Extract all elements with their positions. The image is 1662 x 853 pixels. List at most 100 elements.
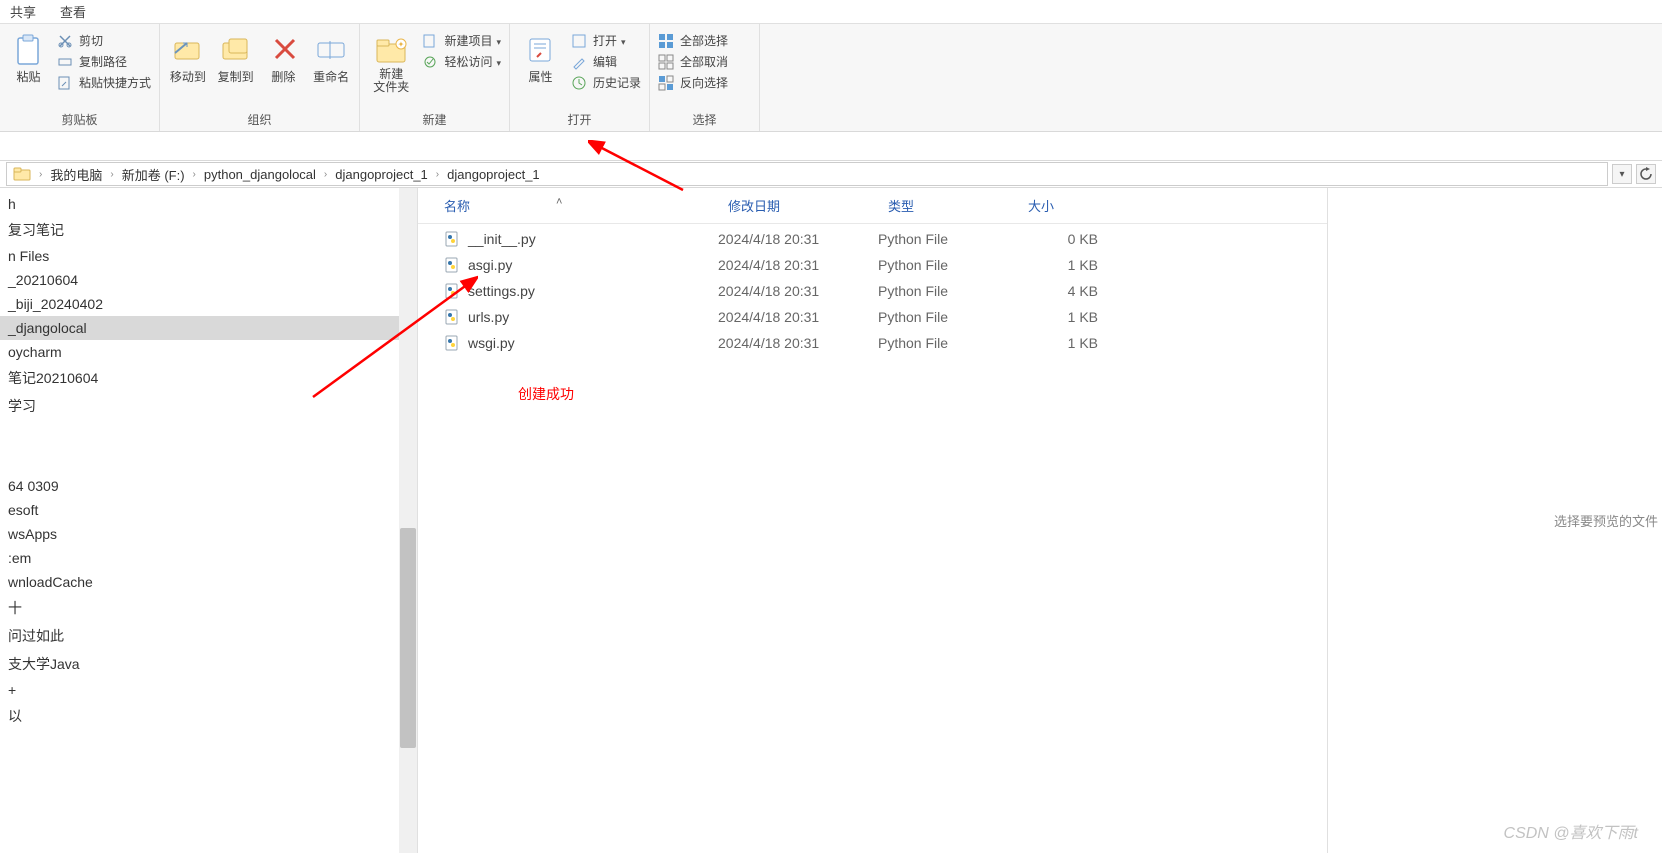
shortcut-icon (57, 75, 73, 91)
sidebar-item[interactable]: n Files (0, 244, 417, 268)
paste-button[interactable]: 粘贴 (8, 28, 49, 85)
file-list-pane: 名称 修改日期 类型 大小 __init__.py2024/4/18 20:31… (418, 188, 1328, 853)
copy-path-button[interactable]: 复制路径 (57, 53, 151, 70)
open-button[interactable]: 打开 (571, 32, 641, 49)
ribbon: 粘贴 剪切 复制路径 粘贴快捷方式 剪贴板 移动到 复制到 删除 (0, 24, 1662, 132)
organize-group-label: 组织 (168, 109, 351, 129)
address-dropdown-button[interactable]: ▾ (1612, 164, 1632, 184)
sidebar-item[interactable]: :em (0, 546, 417, 570)
sidebar-item[interactable]: h (0, 192, 417, 216)
sidebar-item[interactable]: esoft (0, 498, 417, 522)
sidebar-item[interactable]: _djangolocal (0, 316, 417, 340)
sidebar-item[interactable]: 以 (0, 702, 417, 730)
open-icon (571, 33, 587, 49)
delete-button[interactable]: 删除 (264, 28, 304, 85)
file-date: 2024/4/18 20:31 (718, 309, 878, 325)
folder-icon (13, 167, 31, 181)
refresh-button[interactable] (1636, 164, 1656, 184)
breadcrumb-item[interactable]: djangoproject_1› (335, 167, 439, 182)
file-date: 2024/4/18 20:31 (718, 257, 878, 273)
file-size: 1 KB (1018, 335, 1108, 351)
file-type: Python File (878, 309, 1018, 325)
properties-icon (524, 34, 556, 66)
column-date[interactable]: 修改日期 (718, 196, 878, 215)
select-group-label: 选择 (658, 109, 751, 129)
sidebar-scrollbar[interactable] (399, 188, 417, 853)
file-name: __init__.py (468, 231, 536, 247)
ribbon-group-organize: 移动到 复制到 删除 重命名 组织 (160, 24, 360, 131)
tab-view[interactable]: 查看 (60, 2, 86, 21)
cut-button[interactable]: 剪切 (57, 32, 151, 49)
file-name: asgi.py (468, 257, 512, 273)
breadcrumb-item[interactable]: 新加卷 (F:)› (122, 165, 196, 184)
copy-to-button[interactable]: 复制到 (216, 28, 256, 85)
annotation-text: 创建成功 (518, 384, 574, 404)
column-name[interactable]: 名称 (418, 196, 718, 215)
watermark: CSDN @喜欢下雨t (1504, 819, 1638, 843)
tab-share[interactable]: 共享 (10, 2, 36, 21)
breadcrumb-item[interactable]: python_djangolocal› (204, 167, 327, 182)
new-item-button[interactable]: 新建项目 (422, 32, 501, 49)
history-button[interactable]: 历史记录 (571, 74, 641, 91)
sidebar-item[interactable]: _biji_20240402 (0, 292, 417, 316)
address-row: › 我的电脑› 新加卷 (F:)› python_djangolocal› dj… (0, 160, 1662, 188)
table-row[interactable]: asgi.py2024/4/18 20:31Python File1 KB (418, 252, 1327, 278)
path-icon (57, 54, 73, 70)
sidebar-item[interactable]: wsApps (0, 522, 417, 546)
select-all-icon (658, 33, 674, 49)
new-folder-button[interactable]: ✦ 新建 文件夹 (368, 28, 414, 94)
breadcrumb-item[interactable]: 我的电脑› (50, 165, 113, 184)
clipboard-group-label: 剪贴板 (8, 109, 151, 129)
file-size: 1 KB (1018, 257, 1108, 273)
column-headers: 名称 修改日期 类型 大小 (418, 188, 1327, 224)
table-row[interactable]: wsgi.py2024/4/18 20:31Python File1 KB (418, 330, 1327, 356)
select-none-icon (658, 54, 674, 70)
sidebar-item[interactable]: 复习笔记 (0, 216, 417, 244)
file-size: 1 KB (1018, 309, 1108, 325)
move-to-button[interactable]: 移动到 (168, 28, 208, 85)
column-size[interactable]: 大小 (1018, 196, 1108, 215)
sidebar-item[interactable]: oycharm (0, 340, 417, 364)
sidebar-item[interactable]: wnloadCache (0, 570, 417, 594)
breadcrumb-item[interactable]: djangoproject_1 (447, 167, 540, 182)
properties-button[interactable]: 属性 (518, 28, 563, 85)
delete-icon (267, 34, 299, 66)
refresh-icon (1639, 167, 1653, 181)
sidebar-item[interactable]: 支大学Java (0, 650, 417, 678)
address-bar[interactable]: › 我的电脑› 新加卷 (F:)› python_djangolocal› dj… (6, 162, 1608, 186)
new-folder-icon: ✦ (375, 34, 407, 66)
table-row[interactable]: __init__.py2024/4/18 20:31Python File0 K… (418, 226, 1327, 252)
copy-icon (220, 34, 252, 66)
file-size: 4 KB (1018, 283, 1108, 299)
sidebar-item[interactable]: 笔记20210604 (0, 364, 417, 392)
paste-shortcut-button[interactable]: 粘贴快捷方式 (57, 74, 151, 91)
table-row[interactable]: urls.py2024/4/18 20:31Python File1 KB (418, 304, 1327, 330)
file-date: 2024/4/18 20:31 (718, 335, 878, 351)
file-type: Python File (878, 231, 1018, 247)
new-group-label: 新建 (368, 109, 501, 129)
edit-button[interactable]: 编辑 (571, 53, 641, 70)
sidebar-item[interactable]: 64 0309 (0, 474, 417, 498)
sidebar-item[interactable]: 十 (0, 594, 417, 622)
rename-button[interactable]: 重命名 (311, 28, 351, 85)
easy-access-button[interactable]: 轻松访问 (422, 53, 501, 70)
edit-icon (571, 54, 587, 70)
sidebar-item[interactable]: 学习 (0, 392, 417, 420)
sidebar-item[interactable]: + (0, 678, 417, 702)
invert-selection-button[interactable]: 反向选择 (658, 74, 728, 91)
scrollbar-thumb[interactable] (400, 528, 416, 748)
select-all-button[interactable]: 全部选择 (658, 32, 728, 49)
column-type[interactable]: 类型 (878, 196, 1018, 215)
select-none-button[interactable]: 全部取消 (658, 53, 728, 70)
table-row[interactable]: settings.py2024/4/18 20:31Python File4 K… (418, 278, 1327, 304)
sidebar-item[interactable]: _20210604 (0, 268, 417, 292)
ribbon-group-clipboard: 粘贴 剪切 复制路径 粘贴快捷方式 剪贴板 (0, 24, 160, 131)
paste-label: 粘贴 (16, 68, 40, 85)
python-file-icon (444, 283, 460, 299)
chevron-right-icon[interactable]: › (39, 169, 42, 180)
sidebar-item[interactable]: 问过如此 (0, 622, 417, 650)
ribbon-group-select: 全部选择 全部取消 反向选择 选择 (650, 24, 760, 131)
clipboard-icon (12, 34, 44, 66)
new-item-icon (422, 33, 438, 49)
chevron-down-icon: ▾ (1619, 169, 1624, 180)
